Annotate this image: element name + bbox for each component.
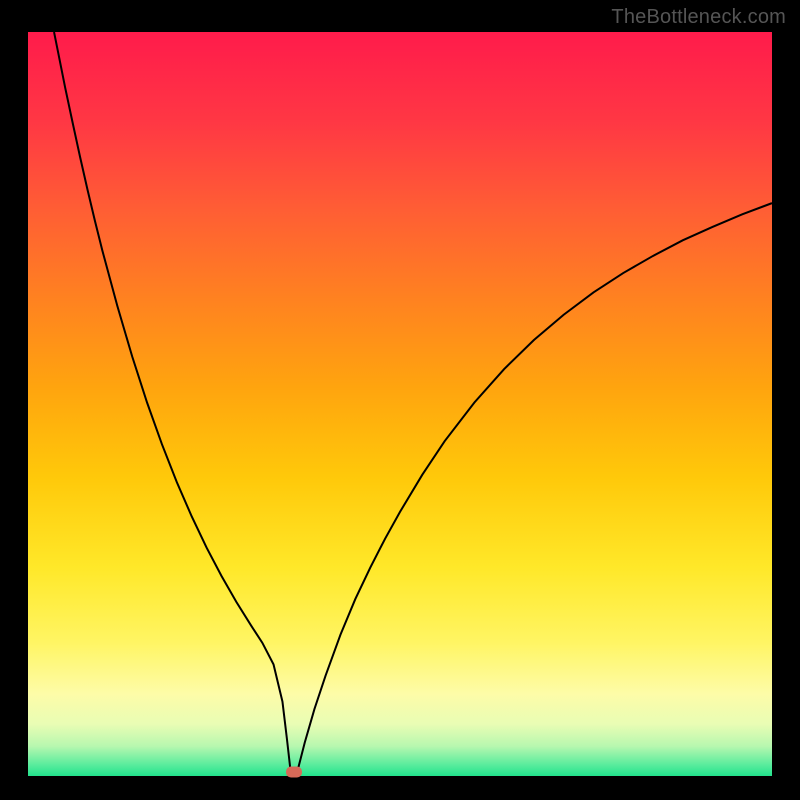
plot-area (28, 32, 772, 776)
plot-clip (28, 32, 772, 776)
watermark-label: TheBottleneck.com (611, 6, 786, 29)
curve-svg (28, 32, 772, 776)
chart-frame: TheBottleneck.com (0, 0, 800, 800)
min-marker (286, 766, 302, 777)
bottleneck-curve (54, 32, 772, 772)
